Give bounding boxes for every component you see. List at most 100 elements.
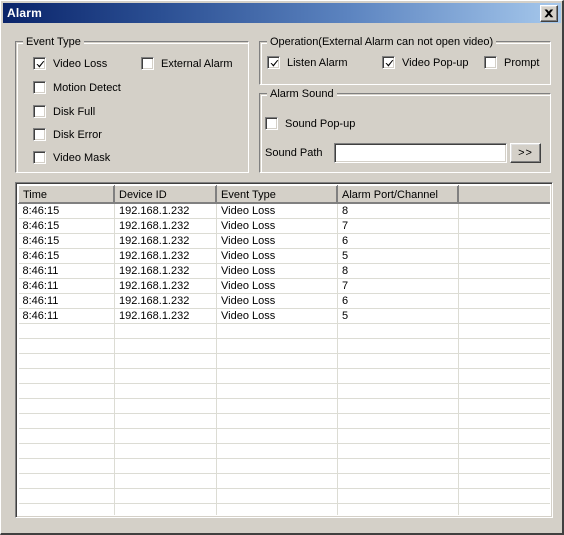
table-cell-empty <box>216 443 338 459</box>
checkbox-label-external-alarm: External Alarm <box>161 57 233 70</box>
table-cell-blank <box>458 293 550 309</box>
table-cell-blank <box>458 263 550 279</box>
table-cell-empty <box>18 368 115 384</box>
table-cell-empty <box>337 353 459 369</box>
table-row-empty[interactable] <box>18 398 550 414</box>
table-cell-empty <box>216 458 338 474</box>
alarm-sound-legend: Alarm Sound <box>267 88 337 100</box>
checkbox-box-video-loss[interactable] <box>33 57 46 70</box>
table-cell-empty <box>216 338 338 354</box>
table-row-empty[interactable] <box>18 323 550 339</box>
checkbox-box-external-alarm[interactable] <box>141 57 154 70</box>
table-row-empty[interactable] <box>18 413 550 429</box>
table-row[interactable]: 8:46:15 192.168.1.232 Video Loss 8 <box>18 203 550 219</box>
checkbox-video-mask[interactable]: Video Mask <box>33 151 110 164</box>
table-cell-empty <box>114 458 217 474</box>
table-cell-empty <box>337 338 459 354</box>
table-cell-empty <box>337 488 459 504</box>
checkbox-box-disk-error[interactable] <box>33 128 46 141</box>
close-button[interactable] <box>540 4 558 22</box>
table-cell-device-id: 192.168.1.232 <box>114 218 217 234</box>
column-header-alarm-port[interactable]: Alarm Port/Channel <box>337 185 459 204</box>
checkbox-sound-popup[interactable]: Sound Pop-up <box>265 117 355 130</box>
table-cell-event-type: Video Loss <box>216 233 338 249</box>
column-header-device-id[interactable]: Device ID <box>114 185 217 204</box>
table-row[interactable]: 8:46:11 192.168.1.232 Video Loss 7 <box>18 278 550 294</box>
table-cell-empty <box>114 503 217 515</box>
table-row-empty[interactable] <box>18 488 550 504</box>
table-row[interactable]: 8:46:11 192.168.1.232 Video Loss 5 <box>18 308 550 324</box>
table-cell-time: 8:46:15 <box>18 203 115 219</box>
checkbox-box-video-popup[interactable] <box>382 56 395 69</box>
checkbox-box-sound-popup[interactable] <box>265 117 278 130</box>
table-row[interactable]: 8:46:11 192.168.1.232 Video Loss 8 <box>18 263 550 279</box>
table-cell-alarm-port-channel: 8 <box>337 203 459 219</box>
checkbox-box-video-mask[interactable] <box>33 151 46 164</box>
table-row-empty[interactable] <box>18 368 550 384</box>
table-cell-empty <box>18 443 115 459</box>
operation-legend: Operation(External Alarm can not open vi… <box>267 36 497 48</box>
table-row-empty[interactable] <box>18 353 550 369</box>
table-row-empty[interactable] <box>18 458 550 474</box>
alarm-list[interactable]: Time Device ID Event Type Alarm Port/Cha… <box>15 182 553 518</box>
checkbox-prompt[interactable]: Prompt <box>484 56 539 69</box>
table-cell-empty <box>458 503 550 515</box>
checkbox-box-motion-detect[interactable] <box>33 81 46 94</box>
checkbox-external-alarm[interactable]: External Alarm <box>141 57 233 70</box>
table-cell-empty <box>216 503 338 515</box>
table-row[interactable]: 8:46:15 192.168.1.232 Video Loss 7 <box>18 218 550 234</box>
table-cell-empty <box>216 398 338 414</box>
table-cell-empty <box>458 323 550 339</box>
table-cell-device-id: 192.168.1.232 <box>114 278 217 294</box>
table-row-empty[interactable] <box>18 428 550 444</box>
table-row-empty[interactable] <box>18 443 550 459</box>
table-cell-empty <box>458 383 550 399</box>
table-cell-empty <box>216 428 338 444</box>
table-cell-empty <box>18 428 115 444</box>
checkbox-disk-full[interactable]: Disk Full <box>33 105 95 118</box>
table-cell-empty <box>114 428 217 444</box>
checkbox-label-prompt: Prompt <box>504 56 540 69</box>
table-cell-empty <box>18 488 115 504</box>
table-cell-alarm-port-channel: 6 <box>337 233 459 249</box>
table-cell-empty <box>458 488 550 504</box>
checkbox-video-popup[interactable]: Video Pop-up <box>382 56 468 69</box>
table-row-empty[interactable] <box>18 338 550 354</box>
table-cell-blank <box>458 308 550 324</box>
table-cell-empty <box>18 323 115 339</box>
column-header-blank[interactable] <box>458 185 550 204</box>
table-cell-empty <box>337 428 459 444</box>
table-cell-device-id: 192.168.1.232 <box>114 308 217 324</box>
table-cell-time: 8:46:11 <box>18 293 115 309</box>
table-cell-empty <box>458 353 550 369</box>
checkbox-listen-alarm[interactable]: Listen Alarm <box>267 56 348 69</box>
table-cell-empty <box>458 338 550 354</box>
table-cell-event-type: Video Loss <box>216 218 338 234</box>
title-bar: Alarm <box>3 3 561 23</box>
checkbox-box-disk-full[interactable] <box>33 105 46 118</box>
table-cell-empty <box>18 413 115 429</box>
table-cell-empty <box>216 323 338 339</box>
column-header-event-type[interactable]: Event Type <box>216 185 338 204</box>
sound-path-input[interactable] <box>334 143 507 163</box>
table-row[interactable]: 8:46:11 192.168.1.232 Video Loss 6 <box>18 293 550 309</box>
column-header-time[interactable]: Time <box>18 185 115 204</box>
table-row[interactable]: 8:46:15 192.168.1.232 Video Loss 5 <box>18 248 550 264</box>
checkbox-box-listen-alarm[interactable] <box>267 56 280 69</box>
table-row-empty[interactable] <box>18 383 550 399</box>
table-cell-empty <box>18 458 115 474</box>
checkbox-motion-detect[interactable]: Motion Detect <box>33 81 121 94</box>
sound-path-browse-button[interactable]: >> <box>510 143 541 163</box>
table-row-empty[interactable] <box>18 503 550 515</box>
table-cell-empty <box>337 473 459 489</box>
checkbox-video-loss[interactable]: Video Loss <box>33 57 107 70</box>
table-row[interactable]: 8:46:15 192.168.1.232 Video Loss 6 <box>18 233 550 249</box>
table-cell-empty <box>337 503 459 515</box>
table-cell-event-type: Video Loss <box>216 308 338 324</box>
table-cell-empty <box>337 443 459 459</box>
table-cell-alarm-port-channel: 6 <box>337 293 459 309</box>
checkbox-disk-error[interactable]: Disk Error <box>33 128 102 141</box>
table-row-empty[interactable] <box>18 473 550 489</box>
checkbox-box-prompt[interactable] <box>484 56 497 69</box>
table-cell-device-id: 192.168.1.232 <box>114 203 217 219</box>
